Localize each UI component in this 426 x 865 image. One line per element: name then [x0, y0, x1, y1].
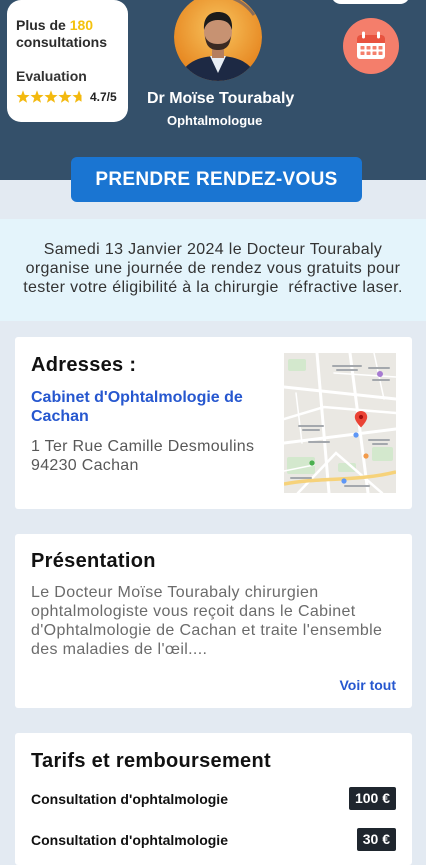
price-item-label: Consultation d'ophtalmologie [31, 832, 228, 848]
address-card: Adresses : Cabinet d'Ophtalmologie de Ca… [15, 337, 412, 509]
event-banner: Samedi 13 Janvier 2024 le Docteur Tourab… [0, 219, 426, 321]
pricing-card: Tarifs et remboursement Consultation d'o… [15, 733, 412, 865]
doctor-specialty: Ophtalmologue [167, 113, 263, 128]
star-icon [44, 90, 58, 103]
excerpt-line: Le Docteur Moïse Tourabaly chirurgien [31, 584, 319, 601]
excerpt-line: des maladies de l'œil.... [31, 641, 208, 658]
price-badge: 100 € [348, 787, 396, 810]
doctor-name: Dr Moïse Tourabaly [147, 90, 295, 107]
calendar-button[interactable] [343, 18, 399, 74]
consultations-count-line: Plus de 180 [16, 17, 93, 34]
address-city: 94230 Cachan [31, 457, 139, 474]
presentation-card: Présentation Le Docteur Moïse Tourabaly … [15, 534, 412, 708]
map-graphic [284, 353, 396, 493]
excerpt-line: d'Ophtalmologie de Cachan et traite l'en… [31, 622, 383, 639]
header-action-button[interactable] [331, 0, 410, 4]
map-thumbnail[interactable] [284, 353, 396, 493]
avatar-portrait [174, 0, 262, 81]
rating-score: 4.7/5 [90, 90, 117, 104]
consultations-count: 180 [69, 17, 94, 33]
clinic-name-link[interactable]: Cabinet d'Ophtalmologie de Cachan [31, 388, 276, 426]
consultations-label: consultations [16, 34, 108, 50]
excerpt-line: ophtalmologiste vous reçoit dans le Cabi… [31, 603, 356, 620]
doctor-avatar [174, 0, 262, 81]
see-all-link[interactable]: Voir tout [339, 676, 396, 694]
calendar-icon [357, 31, 385, 59]
price-badge: 30 € [356, 828, 396, 851]
banner-text-line: organise une journée de rendez vous grat… [25, 260, 401, 277]
address-street: 1 Ter Rue Camille Desmoulins [31, 438, 255, 455]
price-item-label: Consultation d'ophtalmologie [31, 791, 228, 807]
consultations-prefix: Plus de [16, 17, 66, 33]
pricing-title: Tarifs et remboursement [31, 750, 271, 772]
star-icon [58, 90, 72, 103]
stats-card: Plus de 180 consultations Evaluation 4.7… [7, 0, 128, 122]
banner-text-line: tester votre éligibilité à la chirurgie … [23, 279, 403, 296]
doctor-avatar-frame [174, 0, 262, 81]
rating-stars [16, 90, 86, 103]
clinic-address: 1 Ter Rue Camille Desmoulins 94230 Cacha… [31, 437, 254, 475]
star-icon [30, 90, 44, 103]
banner-text-line: Samedi 13 Janvier 2024 le Docteur Tourab… [43, 241, 383, 258]
star-icon [16, 90, 30, 103]
presentation-title: Présentation [31, 550, 156, 572]
profile-header: Plus de 180 consultations Evaluation 4.7… [0, 0, 426, 180]
rating-title: Evaluation [16, 68, 87, 84]
presentation-excerpt: Le Docteur Moïse Tourabaly chirurgien op… [31, 583, 382, 659]
address-card-title: Adresses : [31, 354, 137, 376]
star-icon [72, 90, 86, 103]
book-appointment-button[interactable]: PRENDRE RENDEZ-VOUS [71, 157, 362, 202]
